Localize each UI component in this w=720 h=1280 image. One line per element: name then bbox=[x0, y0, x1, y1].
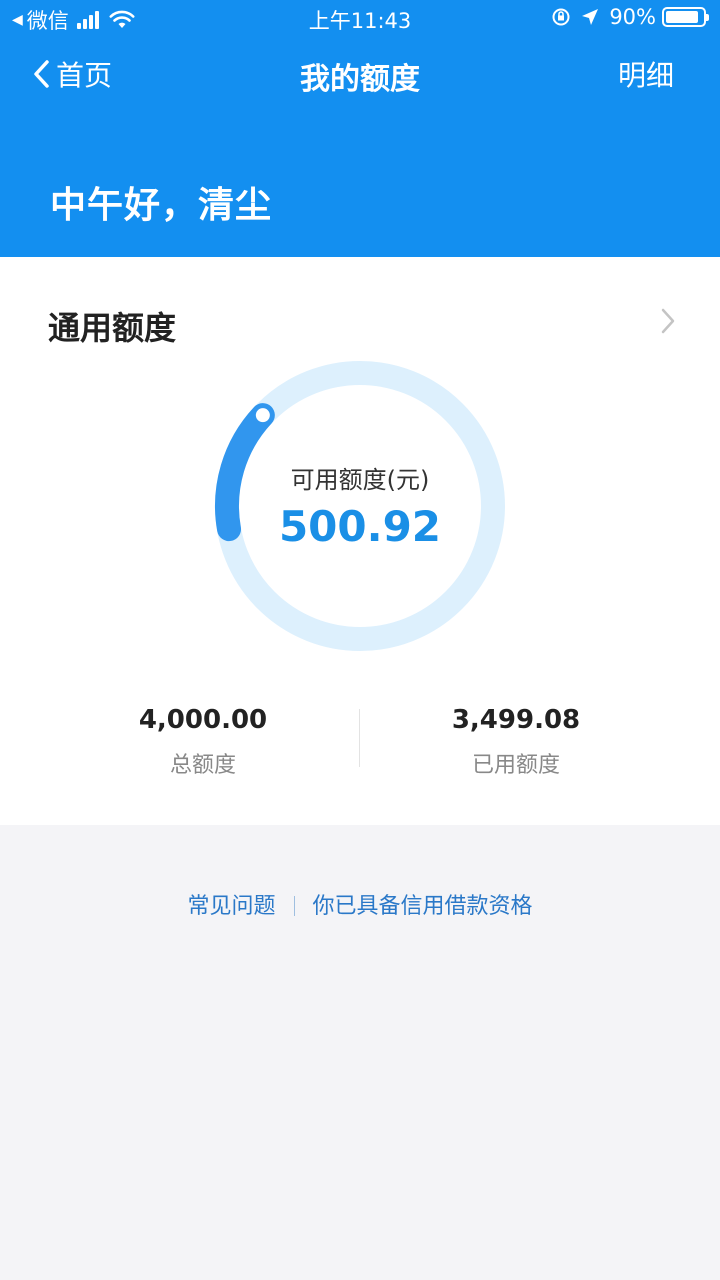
available-value: 500.92 bbox=[278, 502, 442, 551]
available-label: 可用额度(元) bbox=[290, 466, 430, 494]
used-credit-value: 3,499.08 bbox=[451, 705, 581, 735]
status-bar: ◀ 微信 上午11:43 90% bbox=[0, 0, 720, 34]
location-icon bbox=[581, 8, 599, 26]
used-credit-label: 已用额度 bbox=[471, 753, 560, 778]
credit-card: 通用额度 可用额度(元) 500.92 4,000.00 总额度 3,499.0… bbox=[0, 257, 720, 825]
used-credit: 3,499.08 已用额度 bbox=[386, 705, 646, 779]
nav-bar: 首页 我的额度 明细 bbox=[0, 44, 720, 104]
page-title: 我的额度 bbox=[300, 62, 420, 97]
total-credit: 4,000.00 总额度 bbox=[73, 705, 333, 779]
battery-percent: 90% bbox=[609, 5, 656, 29]
faq-link[interactable]: 常见问题 bbox=[187, 894, 275, 919]
stat-divider bbox=[359, 709, 360, 767]
battery-icon bbox=[662, 7, 709, 27]
credit-title: 通用额度 bbox=[48, 309, 177, 347]
detail-button[interactable]: 明细 bbox=[618, 54, 674, 94]
chevron-right-icon[interactable] bbox=[660, 307, 676, 339]
status-right: 90% bbox=[551, 5, 709, 29]
eligibility-link[interactable]: 你已具备信用借款资格 bbox=[313, 894, 533, 919]
battery-fill bbox=[666, 11, 698, 23]
footer-links: 常见问题 你已具备信用借款资格 bbox=[0, 888, 720, 920]
ring-progress-knob-center bbox=[255, 408, 270, 423]
greeting-text: 中午好，清尘 bbox=[50, 185, 273, 226]
link-separator bbox=[293, 896, 295, 916]
total-credit-label: 总额度 bbox=[169, 753, 236, 778]
rotation-lock-icon bbox=[551, 7, 571, 27]
total-credit-value: 4,000.00 bbox=[138, 705, 268, 735]
header: ◀ 微信 上午11:43 90% 首页 我的额度 明细 中午好，清尘 bbox=[0, 0, 720, 257]
